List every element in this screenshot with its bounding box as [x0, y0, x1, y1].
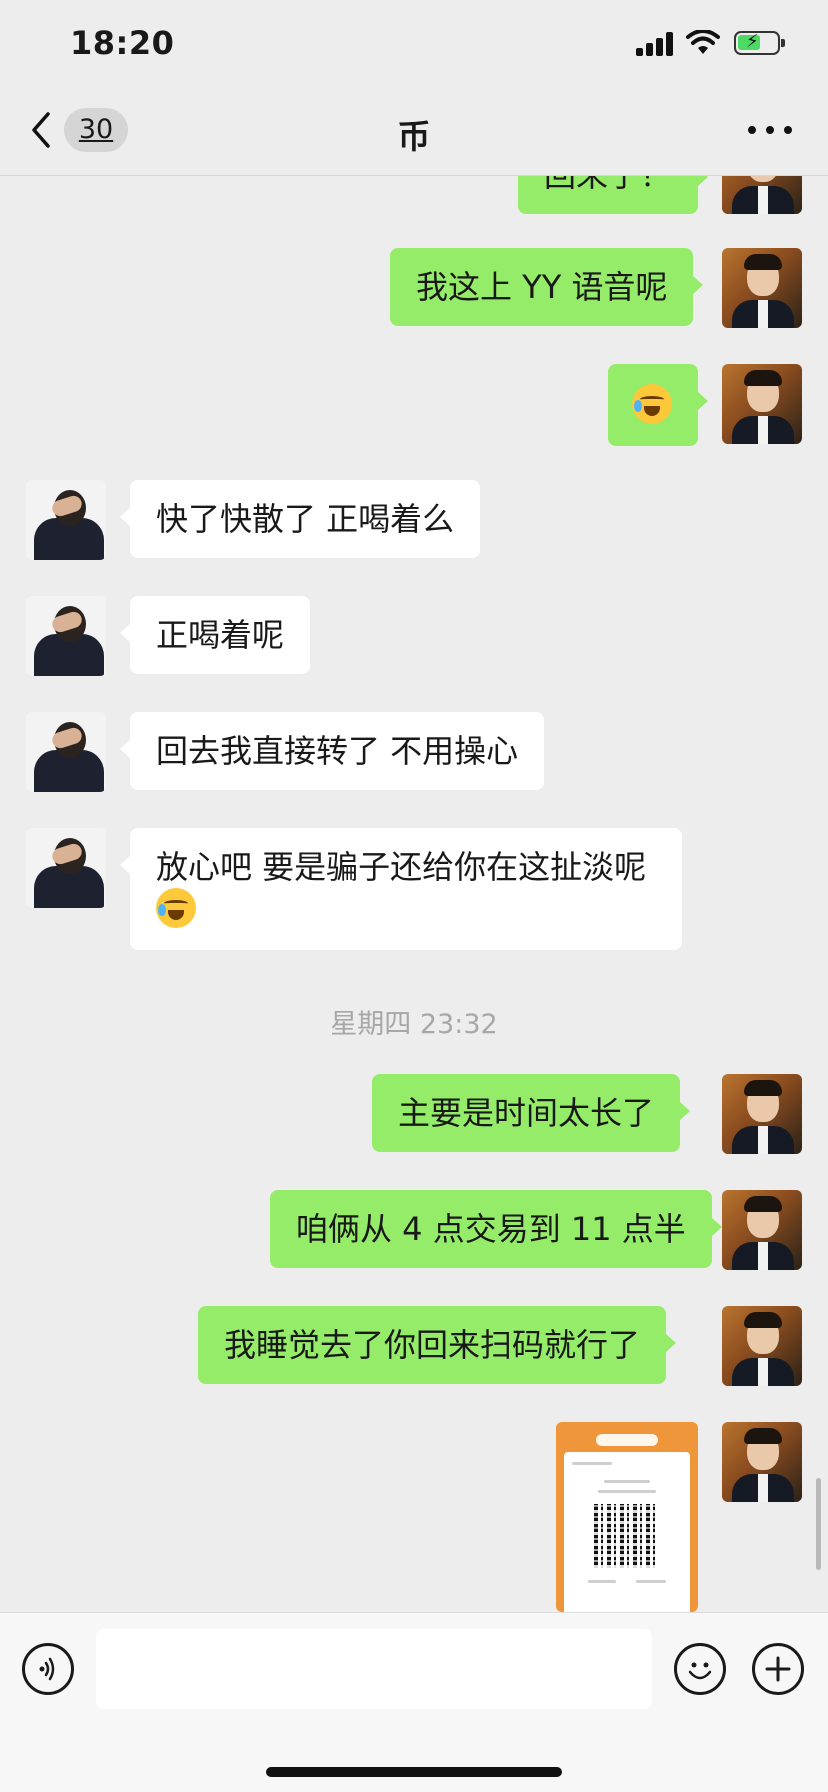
my-avatar[interactable]	[722, 1074, 802, 1154]
message-text: 咱俩从 4 点交易到 11 点半	[296, 1210, 686, 1248]
voice-wave-icon	[39, 1657, 55, 1681]
more-actions-button[interactable]	[752, 1643, 804, 1695]
message-bubble-incoming[interactable]: 放心吧 要是骗子还给你在这扯淡呢	[120, 828, 682, 950]
message-bubble-incoming[interactable]: 正喝着呢	[119, 596, 311, 674]
message-bubble-outgoing[interactable]: 我这上 YY 语音呢	[390, 248, 704, 326]
input-bar	[0, 1612, 828, 1792]
message-bubble-outgoing[interactable]: 咱俩从 4 点交易到 11 点半	[270, 1190, 722, 1268]
chat-title: 币	[397, 117, 431, 156]
wifi-icon	[686, 30, 720, 54]
my-avatar[interactable]	[722, 176, 802, 214]
emoji-button[interactable]	[674, 1643, 726, 1695]
voice-input-button[interactable]	[22, 1643, 74, 1695]
contact-avatar[interactable]	[26, 712, 106, 792]
message-text: 回去我直接转了 不用操心	[156, 732, 519, 770]
home-indicator	[266, 1767, 562, 1777]
contact-avatar[interactable]	[26, 596, 106, 676]
status-bar: 18:20 ⚡	[0, 0, 828, 88]
message-input[interactable]	[96, 1629, 652, 1709]
message-bubble-incoming[interactable]: 快了快散了 正喝着么	[119, 480, 481, 558]
message-bubble-outgoing[interactable]: 主要是时间太长了	[372, 1074, 691, 1152]
message-text: 我睡觉去了你回来扫码就行了	[224, 1326, 641, 1364]
my-avatar[interactable]	[722, 364, 802, 444]
message-text: 正喝着呢	[156, 616, 285, 654]
my-avatar[interactable]	[722, 248, 802, 328]
message-bubble-outgoing[interactable]: 我睡觉去了你回来扫码就行了	[198, 1306, 677, 1384]
message-bubble-outgoing[interactable]: 回来了？	[518, 176, 709, 214]
qr-code-image	[594, 1504, 658, 1568]
cellular-signal-icon	[636, 32, 674, 56]
status-time: 18:20	[70, 24, 175, 62]
image-message-qr-screenshot[interactable]	[556, 1422, 698, 1612]
my-avatar[interactable]	[722, 1422, 802, 1502]
chat-header: 30 币	[0, 88, 828, 176]
message-bubble-incoming[interactable]: 回去我直接转了 不用操心	[119, 712, 545, 790]
chat-scrollbar[interactable]	[816, 1478, 821, 1570]
battery-icon: ⚡	[734, 31, 785, 55]
chat-message-list[interactable]: 回来了？ 我这上 YY 语音呢 快了快散了 正喝着么 正喝着呢 回去我直接转了 …	[0, 176, 828, 1612]
message-timestamp: 星期四 23:32	[330, 1009, 498, 1040]
my-avatar[interactable]	[722, 1190, 802, 1270]
message-text: 主要是时间太长了	[398, 1094, 655, 1132]
message-text: 放心吧 要是骗子还给你在这扯淡呢	[156, 848, 647, 886]
my-avatar[interactable]	[722, 1306, 802, 1386]
more-options-icon[interactable]	[748, 122, 792, 138]
contact-avatar[interactable]	[26, 480, 106, 560]
smiley-face-icon	[688, 1662, 712, 1680]
crying-laughing-emoji-icon	[632, 384, 672, 424]
contact-avatar[interactable]	[26, 828, 106, 908]
crying-laughing-emoji-icon	[156, 888, 196, 928]
message-text: 我这上 YY 语音呢	[416, 268, 668, 306]
plus-icon	[765, 1656, 791, 1682]
message-bubble-outgoing[interactable]	[608, 364, 708, 446]
message-text: 回来了？	[544, 176, 672, 194]
message-text: 快了快散了 正喝着么	[156, 500, 455, 538]
